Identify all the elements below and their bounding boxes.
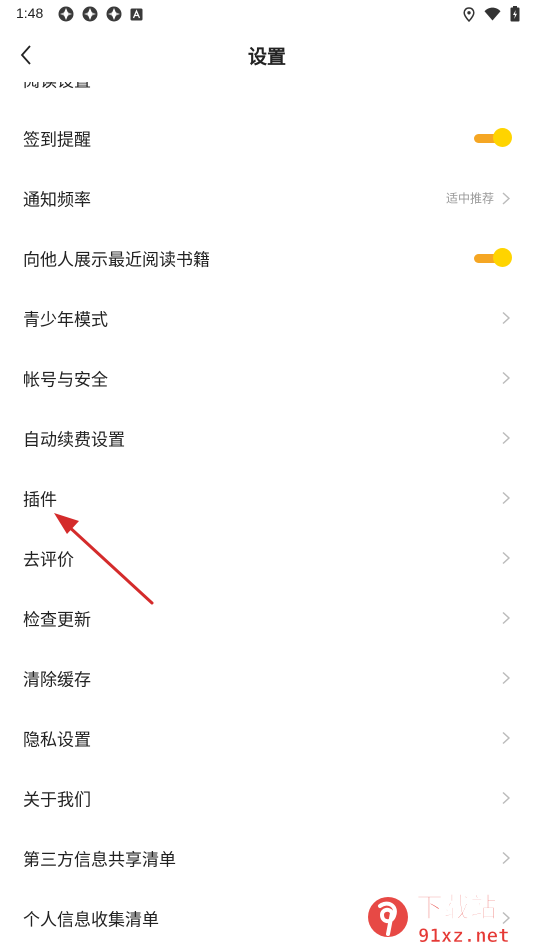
show-recent-books-toggle[interactable]	[474, 248, 512, 268]
notification-frequency-value: 适中推荐	[445, 191, 494, 206]
row-control	[500, 731, 512, 745]
settings-item-rate-app[interactable]: 去评价	[0, 528, 534, 588]
row-control	[500, 371, 512, 385]
settings-item-label: 检查更新	[23, 610, 91, 631]
row-control	[500, 791, 512, 805]
app-notification-icon	[58, 6, 74, 22]
row-control	[500, 431, 512, 445]
settings-item-label: 关于我们	[23, 790, 91, 811]
chevron-right-icon	[502, 911, 511, 925]
battery-icon	[510, 6, 520, 22]
toggle-knob	[493, 128, 512, 147]
chevron-right-icon	[502, 491, 511, 505]
settings-item-label: 帐号与安全	[23, 370, 108, 391]
settings-item-third-party-sharing[interactable]: 第三方信息共享清单	[0, 828, 534, 888]
toggle-knob	[493, 248, 512, 267]
settings-item-show-recent-books[interactable]: 向他人展示最近阅读书籍	[0, 228, 534, 288]
settings-item-checkin-reminder[interactable]: 签到提醒	[0, 108, 534, 168]
row-control	[500, 311, 512, 325]
settings-item-label: 第三方信息共享清单	[23, 850, 176, 871]
settings-item-label: 向他人展示最近阅读书籍	[23, 250, 210, 271]
settings-item-plugins[interactable]: 插件	[0, 468, 534, 528]
page-title: 设置	[247, 46, 286, 68]
settings-item-about[interactable]: 关于我们	[0, 768, 534, 828]
settings-item-auto-renew[interactable]: 自动续费设置	[0, 408, 534, 468]
settings-item-label: 隐私设置	[23, 730, 91, 751]
chevron-right-icon	[502, 731, 511, 745]
settings-item-label: 自动续费设置	[23, 430, 125, 451]
chevron-right-icon	[502, 671, 511, 685]
wifi-icon	[484, 7, 501, 21]
settings-item-label: 通知频率	[23, 190, 91, 211]
row-control: 适中推荐	[446, 190, 512, 207]
status-notification-icons	[58, 6, 143, 22]
location-icon	[463, 6, 475, 22]
settings-item-label: 签到提醒	[23, 130, 91, 151]
settings-item-label: 个人信息收集清单	[23, 910, 159, 931]
row-control	[500, 611, 512, 625]
settings-item-label: 青少年模式	[23, 310, 108, 331]
row-control	[500, 551, 512, 565]
settings-item-account-security[interactable]: 帐号与安全	[0, 348, 534, 408]
a-icon	[130, 8, 143, 20]
chevron-right-icon	[502, 311, 511, 325]
settings-item-check-update[interactable]: 检查更新	[0, 588, 534, 648]
status-time: 1:48	[16, 5, 44, 21]
settings-item-clear-cache[interactable]: 清除缓存	[0, 648, 534, 708]
row-control	[500, 911, 512, 925]
settings-item-notification-frequency[interactable]: 通知频率 适中推荐	[0, 168, 534, 228]
chevron-right-icon	[502, 611, 511, 625]
row-control	[500, 671, 512, 685]
settings-item-label: 插件	[23, 490, 57, 511]
app-notification-icon	[106, 6, 122, 22]
settings-list[interactable]: 阅读设置 签到提醒 通知频率 适中推荐 向他人展示最近阅读书籍 青少年模式 帐号…	[0, 48, 534, 948]
checkin-reminder-toggle[interactable]	[474, 128, 512, 148]
chevron-right-icon	[502, 431, 511, 445]
settings-item-label: 去评价	[23, 550, 74, 571]
status-bar: 1:48	[0, 0, 534, 28]
chevron-right-icon	[502, 191, 511, 205]
settings-item-teen-mode[interactable]: 青少年模式	[0, 288, 534, 348]
settings-item-privacy[interactable]: 隐私设置	[0, 708, 534, 768]
chevron-right-icon	[502, 791, 511, 805]
chevron-right-icon	[502, 551, 511, 565]
app-header: 设置	[0, 28, 534, 82]
row-control	[474, 128, 512, 148]
settings-screen: 阅读设置 签到提醒 通知频率 适中推荐 向他人展示最近阅读书籍 青少年模式 帐号…	[0, 0, 534, 950]
settings-item-personal-info-collection[interactable]: 个人信息收集清单	[0, 888, 534, 948]
row-control	[500, 491, 512, 505]
status-system-icons	[463, 6, 520, 22]
chevron-right-icon	[502, 371, 511, 385]
row-control	[500, 851, 512, 865]
settings-item-label: 清除缓存	[23, 670, 91, 691]
row-control	[474, 248, 512, 268]
chevron-right-icon	[502, 851, 511, 865]
app-notification-icon	[82, 6, 98, 22]
